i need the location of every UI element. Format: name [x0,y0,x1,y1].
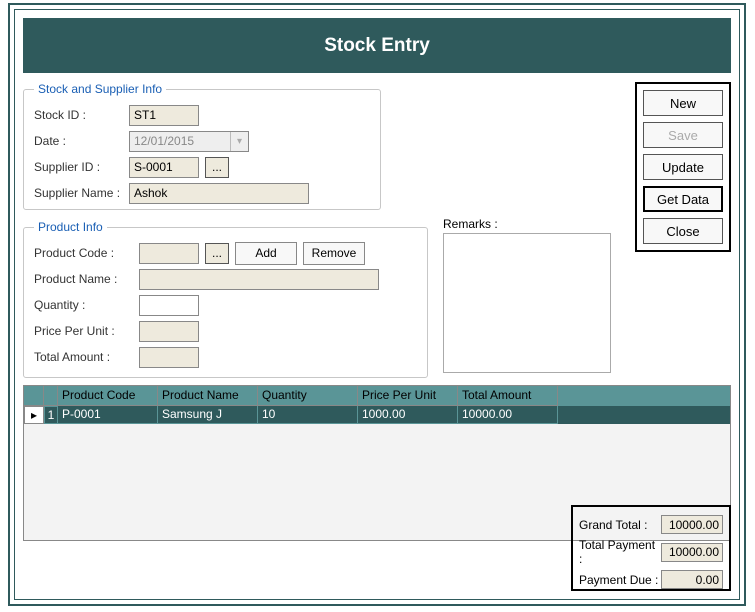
table-row[interactable]: ▸ 1 P-0001 Samsung J 10 1000.00 10000.00 [24,406,730,424]
supplier-id-label: Supplier ID : [34,160,129,174]
stock-id-field[interactable] [129,105,199,126]
stock-id-label: Stock ID : [34,108,129,122]
total-payment-label: Total Payment : [579,538,661,566]
grid-col-ppu: Price Per Unit [358,386,458,406]
stock-supplier-legend: Stock and Supplier Info [34,82,166,96]
total-payment-field[interactable] [661,543,723,562]
row-index: 1 [44,406,58,424]
payment-due-label: Payment Due : [579,573,658,587]
payment-due-field [661,570,723,589]
chevron-down-icon: ▾ [230,132,248,151]
total-amount-field[interactable] [139,347,199,368]
update-button[interactable]: Update [643,154,723,180]
window-inner: Stock Entry Stock and Supplier Info Stoc… [14,9,740,600]
quantity-label: Quantity : [34,298,139,312]
row-ppu: 1000.00 [358,406,458,424]
product-code-field[interactable] [139,243,199,264]
new-button[interactable]: New [643,90,723,116]
quantity-field[interactable] [139,295,199,316]
add-button[interactable]: Add [235,242,297,265]
supplier-browse-button[interactable]: ... [205,157,229,178]
get-data-button[interactable]: Get Data [643,186,723,212]
grid-col-total: Total Amount [458,386,558,406]
window-outer: Stock Entry Stock and Supplier Info Stoc… [8,3,746,606]
ppu-field[interactable] [139,321,199,342]
remarks-label: Remarks : [443,217,613,231]
product-info-legend: Product Info [34,220,107,234]
ppu-label: Price Per Unit : [34,324,139,338]
grid-col-code: Product Code [58,386,158,406]
grid-header: Product Code Product Name Quantity Price… [24,386,730,406]
date-value: 12/01/2015 [134,134,194,148]
stock-supplier-group: Stock and Supplier Info Stock ID : Date … [23,82,381,210]
grid-header-selector [24,386,44,406]
save-button[interactable]: Save [643,122,723,148]
grand-total-field [661,515,723,534]
row-selector-icon: ▸ [24,406,44,424]
product-name-field[interactable] [139,269,379,290]
product-info-group: Product Info Product Code : ... Add Remo… [23,220,428,378]
supplier-name-field[interactable] [129,183,309,204]
grid-col-name: Product Name [158,386,258,406]
action-panel: New Save Update Get Data Close [635,82,731,252]
remove-button[interactable]: Remove [303,242,365,265]
product-browse-button[interactable]: ... [205,243,229,264]
date-label: Date : [34,134,129,148]
grid-header-idx [44,386,58,406]
close-button[interactable]: Close [643,218,723,244]
row-code: P-0001 [58,406,158,424]
total-amount-label: Total Amount : [34,350,139,364]
page-title: Stock Entry [23,18,731,73]
grid-col-qty: Quantity [258,386,358,406]
remarks-group: Remarks : [443,217,613,376]
row-name: Samsung J [158,406,258,424]
supplier-name-label: Supplier Name : [34,186,129,200]
grand-total-label: Grand Total : [579,518,647,532]
product-name-label: Product Name : [34,272,139,286]
product-code-label: Product Code : [34,246,139,260]
supplier-id-field[interactable] [129,157,199,178]
content-area: Stock and Supplier Info Stock ID : Date … [23,82,731,591]
date-picker[interactable]: 12/01/2015 ▾ [129,131,249,152]
remarks-textarea[interactable] [443,233,611,373]
row-total: 10000.00 [458,406,558,424]
totals-panel: Grand Total : Total Payment : Payment Du… [571,505,731,591]
row-qty: 10 [258,406,358,424]
